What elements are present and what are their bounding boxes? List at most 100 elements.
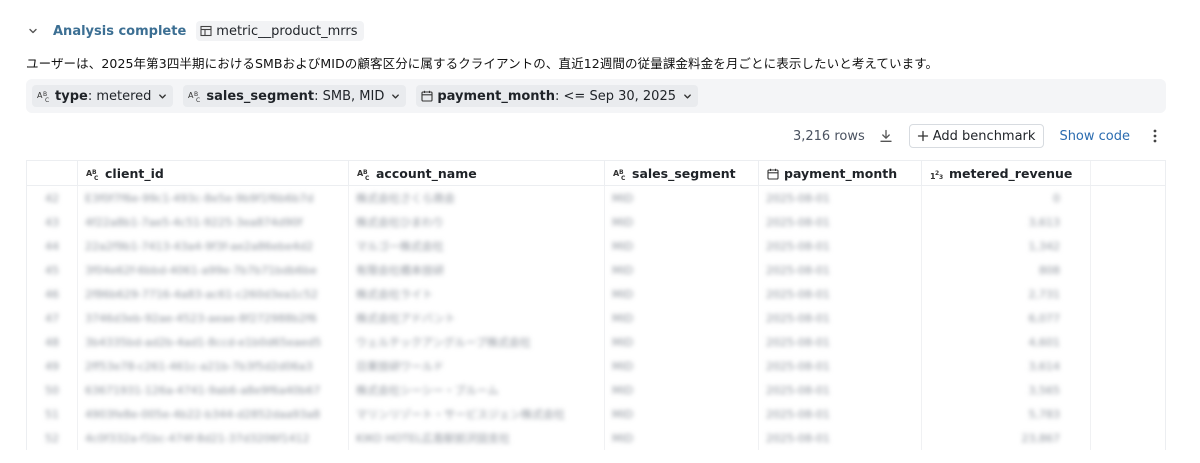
sales-segment-cell: MID <box>612 288 634 301</box>
sales-segment-cell: MID <box>612 192 634 205</box>
svg-text:3: 3 <box>939 174 943 180</box>
client-id-cell: 4c0f332a-f1bc-474f-8d21-37d3206f1412 <box>85 432 310 445</box>
column-header-sales-segment[interactable]: ABC sales_segment <box>604 161 758 186</box>
metered-revenue-cell: 23,867 <box>1021 432 1061 445</box>
column-header-metered-revenue[interactable]: 123 metered_revenue <box>921 161 1090 186</box>
account-name-cell: KIKO HOTEL広島駅前沢田支社 <box>356 432 510 445</box>
show-code-link[interactable]: Show code <box>1059 129 1130 144</box>
table-row[interactable]: 51 4903fe8e-005e-4b22-b344-d2852daa93a8 … <box>27 403 1165 427</box>
sales-segment-cell: MID <box>612 360 634 373</box>
table-row[interactable]: 44 22a2f9b1-7413-43a4-9f3f-ae2a86ebe4d2 … <box>27 235 1165 259</box>
account-name-cell: 株式会社アドバント <box>356 312 456 325</box>
row-count: 3,216 rows <box>792 128 865 144</box>
client-id-cell: 3f04e62f-6bbd-4061-a99e-7b7b71bdb6be <box>85 264 317 277</box>
client-id-cell: 3b4335bd-ad2b-4ad1-8ccd-e1b0d65eaed5 <box>85 336 322 349</box>
metered-revenue-cell: 6,077 <box>1028 312 1061 325</box>
filter-chip-type[interactable]: ABC type : metered <box>32 85 174 107</box>
payment-month-cell: 2025-08-01 <box>766 432 830 445</box>
filter-value: : metered <box>87 88 152 104</box>
sales-segment-cell: MID <box>612 312 634 325</box>
plus-icon <box>917 130 929 142</box>
chevron-down-icon <box>391 92 400 101</box>
row-index: 52 <box>45 432 59 445</box>
text-type-icon: ABC <box>86 168 100 180</box>
row-index: 51 <box>45 408 59 421</box>
chevron-down-icon <box>158 92 167 101</box>
metered-revenue-cell: 3,613 <box>1028 216 1061 229</box>
calendar-icon <box>767 168 779 180</box>
table-icon <box>200 25 212 37</box>
payment-month-cell: 2025-08-01 <box>766 384 830 397</box>
client-id-cell: 4903fe8e-005e-4b22-b344-d2852daa93a8 <box>85 408 321 421</box>
metric-chip[interactable]: metric__product_mrrs <box>196 21 364 41</box>
table-row[interactable]: 48 3b4335bd-ad2b-4ad1-8ccd-e1b0d65eaed5 … <box>27 331 1165 355</box>
metered-revenue-cell: 1,342 <box>1028 240 1061 253</box>
filter-chip-sales-segment[interactable]: ABC sales_segment : SMB, MID <box>183 85 407 107</box>
payment-month-cell: 2025-08-01 <box>766 264 830 277</box>
table-row[interactable]: 52 4c0f332a-f1bc-474f-8d21-37d3206f1412 … <box>27 427 1165 450</box>
sales-segment-cell: MID <box>612 216 634 229</box>
download-icon[interactable] <box>875 125 897 147</box>
filter-key: payment_month <box>437 88 556 104</box>
client-id-cell: E3f0f7f6e-99c1-493c-8e5e-9b9f1f6b6b7d <box>85 192 314 205</box>
row-index: 49 <box>45 360 59 373</box>
table-row[interactable]: 45 3f04e62f-6bbd-4061-a99e-7b7b71bdb6be … <box>27 259 1165 283</box>
account-name-cell: 株式会社ひまわり <box>356 216 444 229</box>
payment-month-cell: 2025-08-01 <box>766 408 830 421</box>
column-header-label: sales_segment <box>632 166 736 181</box>
sales-segment-cell: MID <box>612 240 634 253</box>
payment-month-cell: 2025-08-01 <box>766 240 830 253</box>
svg-text:C: C <box>94 175 99 180</box>
payment-month-cell: 2025-08-01 <box>766 288 830 301</box>
svg-text:C: C <box>621 175 626 180</box>
column-header-client-id[interactable]: ABC client_id <box>77 161 348 186</box>
column-header-label: metered_revenue <box>949 166 1073 181</box>
analysis-status-label: Analysis complete <box>53 23 187 39</box>
filter-key: type <box>55 88 88 104</box>
client-id-cell: 2ff53e78-c261-461c-a21b-7b3f5d2d06a3 <box>85 360 313 373</box>
column-header-payment-month[interactable]: payment_month <box>758 161 921 186</box>
row-index: 42 <box>45 192 59 205</box>
table-body: 42 E3f0f7f6e-99c1-493c-8e5e-9b9f1f6b6b7d… <box>27 187 1165 450</box>
payment-month-cell: 2025-08-01 <box>766 360 830 373</box>
row-index: 43 <box>45 216 59 229</box>
sales-segment-cell: MID <box>612 408 634 421</box>
client-id-cell: 22a2f9b1-7413-43a4-9f3f-ae2a86ebe4d2 <box>85 240 314 253</box>
column-header-label: account_name <box>376 166 477 181</box>
account-name-cell: 日東技研ワールド <box>356 360 444 373</box>
table-header: ABC client_id ABC account_name ABC sales… <box>27 161 1165 186</box>
more-options-icon[interactable] <box>1144 125 1166 147</box>
metric-name: metric__product_mrrs <box>216 23 358 39</box>
add-benchmark-button[interactable]: Add benchmark <box>908 124 1045 148</box>
table-row[interactable]: 50 63671931-126a-4741-9ab6-a8e9f6a40b67 … <box>27 379 1165 403</box>
metered-revenue-cell: 4,601 <box>1028 336 1061 349</box>
svg-text:C: C <box>196 97 200 102</box>
row-index: 46 <box>45 288 59 301</box>
metered-revenue-cell: 3,565 <box>1028 384 1061 397</box>
table-row[interactable]: 47 3746d3eb-92ae-4523-aeae-8f272988b2f6 … <box>27 307 1165 331</box>
table-row[interactable]: 46 2f86b629-7716-4a83-ac61-c260d3ea1c52 … <box>27 283 1165 307</box>
client-id-cell: 63671931-126a-4741-9ab6-a8e9f6a40b67 <box>85 384 321 397</box>
analysis-status-row: Analysis complete metric__product_mrrs <box>26 21 364 41</box>
table-row[interactable]: 42 E3f0f7f6e-99c1-493c-8e5e-9b9f1f6b6b7d… <box>27 187 1165 211</box>
svg-text:C: C <box>45 97 49 102</box>
collapse-chevron-icon[interactable] <box>26 24 40 38</box>
table-row[interactable]: 49 2ff53e78-c261-461c-a21b-7b3f5d2d06a3 … <box>27 355 1165 379</box>
chevron-down-icon <box>683 92 692 101</box>
metered-revenue-cell: 0 <box>1053 192 1060 205</box>
account-name-cell: ウェルテックアングループ株式会社 <box>356 336 531 349</box>
sales-segment-cell: MID <box>612 336 634 349</box>
results-toolbar: 3,216 rows Add benchmark Show code <box>793 124 1166 148</box>
filter-chip-payment-month[interactable]: payment_month : <= Sep 30, 2025 <box>416 85 698 107</box>
account-name-cell: マリンリゾート・サービスジェン株式会社 <box>356 408 565 421</box>
results-table: ABC client_id ABC account_name ABC sales… <box>26 160 1166 450</box>
filter-value: : SMB, MID <box>314 88 385 104</box>
column-header-label: client_id <box>105 166 164 181</box>
account-name-cell: マルゴ一株式会社 <box>356 240 444 253</box>
table-row[interactable]: 43 4f22a8b1-7ae5-4c51-9225-3ea874d90f 株式… <box>27 211 1165 235</box>
payment-month-cell: 2025-08-01 <box>766 312 830 325</box>
column-header-account-name[interactable]: ABC account_name <box>348 161 604 186</box>
payment-month-cell: 2025-08-01 <box>766 216 830 229</box>
row-index: 47 <box>45 312 59 325</box>
client-id-cell: 2f86b629-7716-4a83-ac61-c260d3ea1c52 <box>85 288 318 301</box>
